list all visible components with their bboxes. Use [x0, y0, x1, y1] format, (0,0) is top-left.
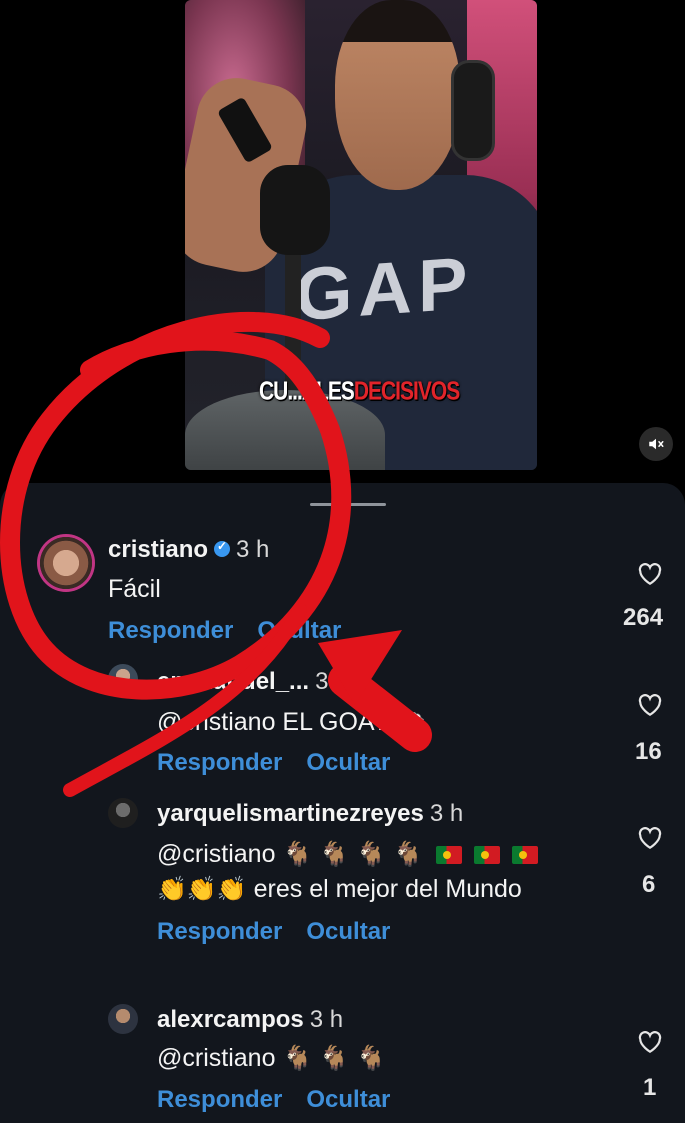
comment-actions: Responder Ocultar [157, 918, 390, 946]
goat-emoji: 🐐 [282, 1045, 313, 1072]
goat-emoji: 🐐 [319, 841, 350, 868]
hide-button[interactable]: Ocultar [306, 749, 390, 776]
username-text[interactable]: cristiano [108, 536, 208, 563]
video-caption: CU...ALESDECISIVOS [259, 377, 460, 407]
like-control[interactable] [630, 1030, 670, 1054]
like-count: 16 [635, 738, 662, 765]
hide-button[interactable]: Ocultar [257, 617, 341, 644]
comment-time: 3 h [236, 536, 270, 563]
heart-icon[interactable] [637, 562, 663, 586]
portugal-flag-icon [511, 846, 538, 865]
reply-button[interactable]: Responder [108, 617, 233, 644]
heart-icon[interactable] [637, 693, 663, 717]
comment-username[interactable]: cristiano 3 h [108, 536, 269, 564]
hide-button[interactable]: Ocultar [306, 1086, 390, 1113]
username-text[interactable]: emmanuel_... [157, 668, 309, 695]
username-text[interactable]: alexrcampos [157, 1006, 304, 1033]
like-count: 1 [643, 1074, 657, 1101]
hide-button[interactable]: Ocultar [306, 918, 390, 945]
mute-button[interactable] [639, 427, 673, 461]
goat-emoji: 🐐 [319, 1045, 350, 1072]
comment-time: 3 h [309, 1006, 344, 1033]
comment-text: @cristiano EL GOAT 🐑 [157, 708, 426, 736]
speaker-muted-icon [649, 438, 664, 450]
avatar[interactable] [108, 798, 138, 828]
comment-username[interactable]: alexrcampos 3 h [157, 1006, 343, 1034]
reply-button[interactable]: Responder [157, 749, 282, 776]
avatar[interactable] [108, 1004, 138, 1034]
person-head [335, 0, 460, 190]
shirt-logo: GAP [295, 240, 474, 337]
comment-text: Fácil [108, 575, 161, 603]
mention-link[interactable]: @cristiano [157, 1044, 275, 1072]
reply-button[interactable]: Responder [157, 1086, 282, 1113]
comment-text: @cristiano 🐐 🐐 🐐 [157, 1044, 386, 1073]
comment-time: 3 h [315, 668, 349, 695]
goat-emoji: 🐐 [392, 841, 423, 868]
like-count: 264 [623, 604, 664, 631]
portugal-flag-icon [435, 846, 462, 865]
like-control[interactable] [630, 826, 670, 850]
like-count: 6 [642, 871, 656, 898]
headphones [451, 60, 495, 161]
comment-actions: Responder Ocultar [108, 617, 341, 645]
comment-time: 3 h [429, 800, 464, 827]
comment-actions: Responder Ocultar [157, 749, 390, 777]
goat-emoji: 🐐 [356, 841, 387, 868]
avatar[interactable] [108, 664, 138, 694]
comment-actions: Responder Ocultar [157, 1086, 390, 1114]
comment-body: eres el mejor del Mundo [253, 875, 522, 903]
heart-icon[interactable] [637, 826, 663, 850]
comment-username[interactable]: emmanuel_... 3 h [157, 668, 348, 696]
username-text[interactable]: yarquelismartinezreyes [157, 800, 424, 827]
caption-red-text: DECISIVOS [353, 377, 460, 406]
clap-emoji: 👏 [216, 876, 247, 903]
reply-button[interactable]: Responder [157, 918, 282, 945]
like-control[interactable] [630, 693, 670, 717]
mention-link[interactable]: @cristiano [157, 840, 275, 868]
comment-text-line2: 👏👏👏 eres el mejor del Mundo [157, 875, 522, 904]
comment-username[interactable]: yarquelismartinezreyes 3 h [157, 800, 463, 828]
clap-emoji: 👏 [157, 876, 187, 903]
microphone [260, 165, 330, 255]
drag-handle[interactable] [310, 503, 386, 506]
avatar[interactable] [40, 537, 92, 589]
portugal-flag-icon [473, 846, 500, 865]
like-control[interactable] [630, 562, 670, 586]
caption-white-text: CU...ALES [259, 377, 355, 406]
heart-icon[interactable] [637, 1030, 663, 1054]
verified-badge-icon [214, 539, 231, 557]
goat-emoji: 🐐 [282, 841, 313, 868]
clap-emoji: 👏 [186, 876, 217, 903]
goat-emoji: 🐐 [356, 1045, 387, 1072]
comment-text: @cristiano 🐐 🐐 🐐 🐐 [157, 840, 544, 869]
video-player[interactable]: GAP CU...ALESDECISIVOS [185, 0, 537, 470]
